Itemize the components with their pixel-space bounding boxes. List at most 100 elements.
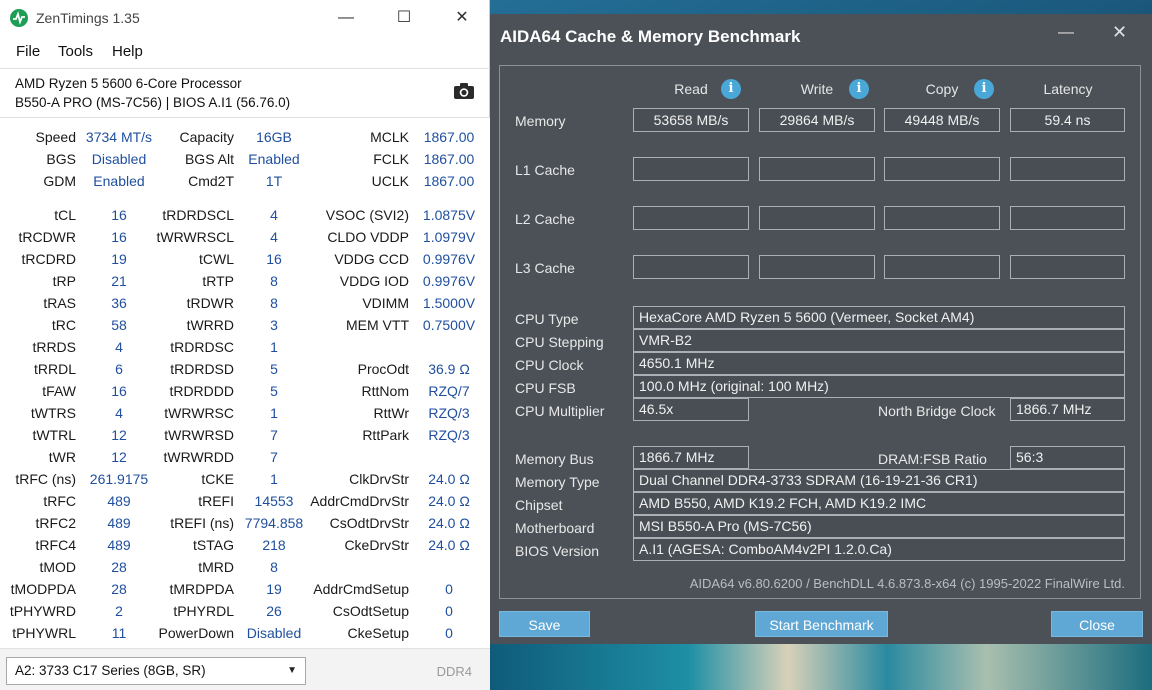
menu-help[interactable]: Help [112, 43, 143, 60]
memory-type-field: Dual Channel DDR4-3733 SDRAM (16-19-21-3… [633, 469, 1125, 492]
timing-value: 11 [111, 625, 127, 641]
minimize-button[interactable]: — [334, 8, 358, 28]
summary-value: 1867.00 [423, 151, 475, 167]
timing-label: tREFI [198, 493, 234, 509]
timings-panel: Speed 3734 MT/s Capacity 16GB MCLK 1867.00 BGS… [0, 118, 490, 648]
timing-label: tWRWRSCL [156, 229, 234, 245]
timing-label: VDDG IOD [339, 273, 409, 289]
timing-label: tWRWRSD [164, 427, 234, 443]
timing-label: tMODPDA [10, 581, 76, 597]
zentimings-titlebar[interactable]: ZenTimings 1.35 — ☐ ✕ [0, 0, 490, 36]
timing-value: 0 [445, 625, 453, 641]
cpu-clock-field: 4650.1 MHz [633, 352, 1125, 375]
module-select[interactable]: A2: 3733 C17 Series (8GB, SR) ▼ [6, 657, 306, 685]
write-info-icon[interactable]: i [849, 79, 869, 99]
cpu-stepping-label: CPU Stepping [515, 334, 604, 350]
benchmark-result-field [1010, 255, 1125, 279]
copy-info-icon[interactable]: i [974, 79, 994, 99]
benchmark-result-field [759, 255, 875, 279]
cpu-multiplier-field: 46.5x [633, 398, 749, 421]
timing-label: tMRDPDA [169, 581, 234, 597]
timing-value: 0.7500V [422, 317, 476, 333]
benchmark-result-field [884, 255, 1000, 279]
menu-tools[interactable]: Tools [58, 43, 93, 60]
maximize-button[interactable]: ☐ [392, 8, 416, 28]
dram-ratio-label: DRAM:FSB Ratio [878, 451, 987, 467]
timing-value: 0.9976V [422, 273, 476, 289]
timing-value: 36 [111, 295, 127, 311]
benchmark-row-label: L3 Cache [515, 260, 575, 276]
memory-type-label: DDR4 [436, 664, 472, 679]
timing-label: tWRWRSC [164, 405, 234, 421]
timing-value: 489 [107, 537, 131, 553]
timing-label: tPHYWRL [12, 625, 76, 641]
benchmark-result-field: 29864 MB/s [759, 108, 875, 132]
timing-value: 58 [111, 317, 127, 333]
timing-label: tRDRDDD [169, 383, 234, 399]
summary-label: Capacity [179, 129, 234, 145]
cpu-clock-label: CPU Clock [515, 357, 584, 373]
timing-label: tFAW [42, 383, 76, 399]
timing-value: RZQ/7 [428, 383, 470, 399]
module-select-value: A2: 3733 C17 Series (8GB, SR) [15, 663, 206, 678]
timing-value: 36.9 Ω [428, 361, 470, 377]
processor-name: AMD Ryzen 5 5600 6-Core Processor [15, 76, 242, 91]
version-info: AIDA64 v6.80.6200 / BenchDLL 4.6.873.8-x… [689, 576, 1125, 591]
timing-value: 1.5000V [422, 295, 476, 311]
timing-label: CkeDrvStr [344, 537, 409, 553]
timing-label: tWR [48, 449, 76, 465]
timing-label: tSTAG [193, 537, 234, 553]
summary-label: Cmd2T [188, 173, 234, 189]
timing-label: tCL [54, 207, 76, 223]
timing-label: tWRWRDD [163, 449, 234, 465]
timing-label: ProcOdt [357, 361, 409, 377]
close-dialog-button[interactable]: Close [1051, 611, 1143, 637]
timing-label: tPHYWRD [9, 603, 76, 619]
timing-value: 28 [111, 559, 127, 575]
chipset-label: Chipset [515, 497, 563, 513]
timing-label: tRCDWR [18, 229, 76, 245]
benchmark-result-field: 59.4 ns [1010, 108, 1125, 132]
benchmark-result-field [633, 157, 749, 181]
benchmark-result-field [759, 157, 875, 181]
close-button[interactable]: ✕ [450, 8, 474, 28]
menu-bar: File Tools Help [0, 40, 490, 99]
timing-label: tRDRDSC [170, 339, 234, 355]
minimize-button[interactable]: — [1058, 24, 1074, 42]
timing-value: 24.0 Ω [428, 537, 470, 553]
benchmark-result-field: 49448 MB/s [884, 108, 1000, 132]
timing-value: 4 [115, 339, 123, 355]
timing-label: RttPark [362, 427, 409, 443]
timing-label: tRC [51, 317, 76, 333]
timing-value: 21 [111, 273, 127, 289]
menu-file[interactable]: File [16, 43, 40, 60]
benchmark-result-field: 53658 MB/s [633, 108, 749, 132]
summary-value: 3734 MT/s [85, 129, 153, 145]
timing-value: 1 [270, 339, 278, 355]
save-button[interactable]: Save [499, 611, 590, 637]
timing-value: 489 [107, 515, 131, 531]
timing-value: 489 [107, 493, 131, 509]
camera-icon[interactable] [453, 82, 475, 100]
read-info-icon[interactable]: i [721, 79, 741, 99]
timing-label: tRFC (ns) [15, 471, 76, 487]
timing-label: tRFC2 [35, 515, 76, 531]
motherboard-field: MSI B550-A Pro (MS-7C56) [633, 515, 1125, 538]
timing-label: CLDO VDDP [327, 229, 409, 245]
summary-label: GDM [43, 173, 76, 189]
window-title: ZenTimings 1.35 [36, 10, 140, 26]
timing-label: CsOdtDrvStr [329, 515, 409, 531]
close-button[interactable]: ✕ [1112, 22, 1127, 43]
timing-label: tRDWR [186, 295, 234, 311]
timing-label: ClkDrvStr [349, 471, 409, 487]
timing-value: 4 [115, 405, 123, 421]
chipset-field: AMD B550, AMD K19.2 FCH, AMD K19.2 IMC [633, 492, 1125, 515]
start-benchmark-button[interactable]: Start Benchmark [755, 611, 888, 637]
timing-value: 19 [111, 251, 127, 267]
summary-label: BGS Alt [184, 151, 234, 167]
timing-value: 16 [111, 383, 127, 399]
timing-value: 0 [445, 581, 453, 597]
timing-value: 16 [111, 229, 127, 245]
timing-value: 24.0 Ω [428, 515, 470, 531]
timing-label: VDDG CCD [334, 251, 409, 267]
